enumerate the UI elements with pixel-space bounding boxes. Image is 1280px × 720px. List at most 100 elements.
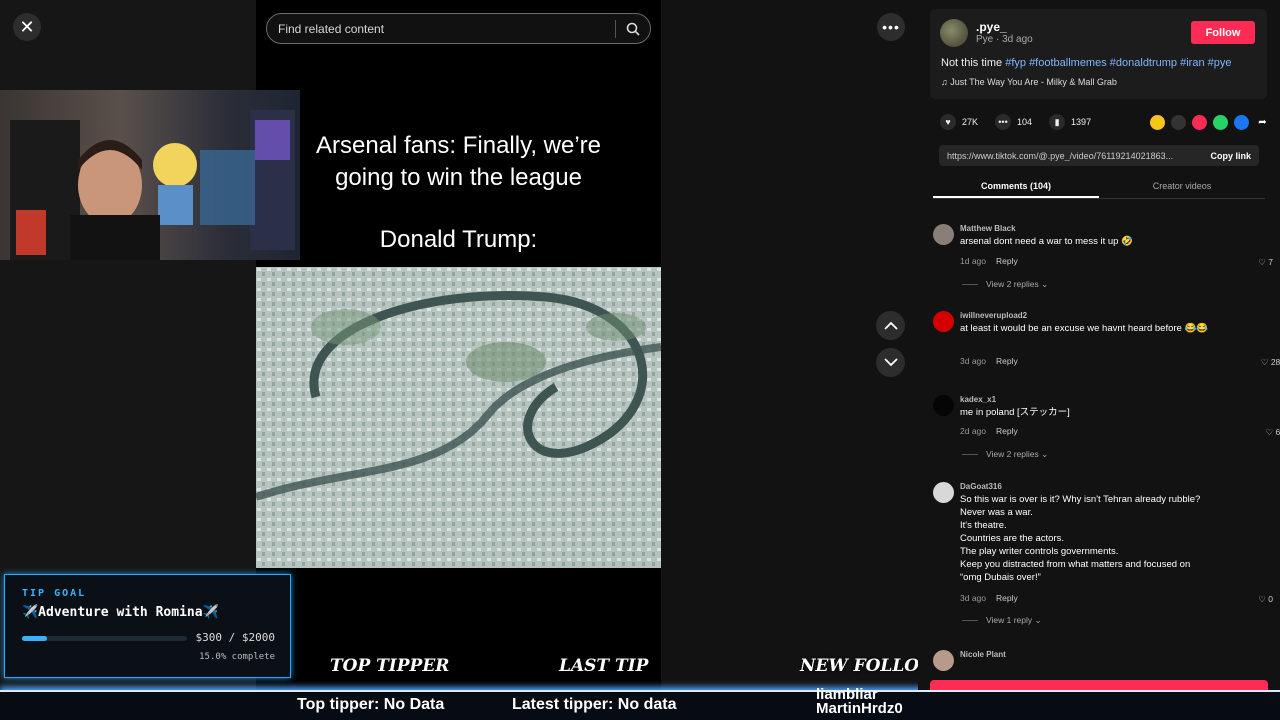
tip-goal-amount: $300 / $2000 (195, 631, 275, 644)
latest-tipper-text: Latest tipper: No data (512, 696, 677, 713)
view-replies-label: View 1 reply (986, 615, 1033, 625)
heart-icon: ♡ (1260, 357, 1271, 367)
tip-goal-percent: 15.0% complete (199, 652, 275, 662)
top-tipper-text: Top tipper: No Data (297, 696, 445, 713)
comment-item: DaGoat316 So this war is over is it? Why… (933, 482, 1273, 632)
music-title: Just The Way You Are - Milky & Mall Grab (950, 77, 1117, 87)
post-meta: Pye · 3d ago (976, 34, 1033, 45)
comment-item: Matthew Black arsenal dont need a war to… (933, 224, 1273, 294)
comment-line: It's theatre. (960, 520, 1007, 531)
video-caption-2: Donald Trump: (379, 226, 538, 253)
view-replies-button[interactable]: View 1 reply ⌄ (962, 615, 1042, 626)
search-input[interactable]: Find related content (267, 22, 615, 36)
comment-line: Never was a war. (960, 507, 1033, 518)
comment-time: 2d ago (960, 426, 986, 436)
post-description: Not this time #fyp #footballmemes #donal… (941, 57, 1232, 69)
comment-time: 1d ago (960, 256, 986, 266)
comment-like-count: 282 (1270, 357, 1280, 367)
comment-username[interactable]: Nicole Plant (960, 650, 1006, 659)
more-options-button[interactable]: ••• (877, 13, 905, 41)
side-panel: .pye_ Pye · 3d ago Follow Not this time … (918, 0, 1280, 690)
facebook-icon[interactable] (1234, 114, 1249, 130)
friends-share-icon[interactable] (1150, 114, 1165, 130)
link-box: https://www.tiktok.com/@.pye_/video/7611… (939, 145, 1259, 166)
video-map-frame (256, 267, 661, 568)
comment-text: me in poland [ステッカー] (960, 407, 1070, 418)
last-tip-label: LAST TIP (559, 656, 649, 676)
comment-username[interactable]: iwillneverupload2 (960, 311, 1027, 320)
avatar[interactable] (933, 311, 954, 332)
send-icon[interactable] (1192, 114, 1207, 130)
search-icon (626, 22, 640, 36)
right-background (661, 0, 918, 690)
tab-creator-videos[interactable]: Creator videos (1099, 177, 1265, 198)
more-icon: ••• (882, 19, 900, 35)
search-button[interactable] (616, 22, 650, 36)
reply-button[interactable]: Reply (996, 593, 1018, 603)
comment-like[interactable]: ♡ 0 (1258, 594, 1273, 605)
post-info: .pye_ Pye · 3d ago Follow Not this time … (930, 9, 1267, 99)
save-count: 1397 (1071, 117, 1092, 127)
comment-meta: 3d ago Reply (960, 356, 1018, 366)
close-icon: ✕ (19, 16, 35, 37)
view-replies-button[interactable]: View 2 replies ⌄ (962, 449, 1048, 460)
heart-icon: ♡ (1258, 594, 1269, 604)
follow-button[interactable]: Follow (1191, 21, 1255, 44)
previous-video-button[interactable] (876, 311, 905, 340)
view-replies-label: View 2 replies (986, 449, 1039, 459)
save-button[interactable]: ▮ 1397 (1049, 114, 1091, 130)
tip-goal-widget: TIP GOAL ✈️Adventure with Romina✈️ $300 … (4, 574, 291, 678)
tab-comments[interactable]: Comments (104) (933, 177, 1099, 198)
close-button[interactable]: ✕ (13, 13, 41, 41)
caption-line: going to win the league (335, 164, 582, 191)
avatar[interactable] (940, 19, 968, 47)
copy-link-button[interactable]: Copy link (1202, 151, 1259, 161)
music-info[interactable]: ♫ Just The Way You Are - Milky & Mall Gr… (941, 77, 1117, 87)
comment-like[interactable]: ♡ 63 (1266, 427, 1280, 438)
heart-icon: ♥ (940, 114, 956, 130)
post-username[interactable]: .pye_ (976, 20, 1007, 34)
comment-like[interactable]: ♡ 282 (1261, 357, 1280, 368)
like-count: 27K (962, 117, 979, 127)
hashtag-link[interactable]: #fyp (1005, 57, 1026, 69)
hashtag-link[interactable]: #footballmemes (1029, 57, 1107, 69)
stream-bottom-bar: Top tipper: No Data Latest tipper: No da… (0, 690, 1280, 720)
caption-line: Arsenal fans: Finally, we’re (316, 132, 601, 159)
avatar[interactable] (933, 224, 954, 245)
post-desc-text: Not this time (941, 57, 1003, 69)
heart-icon: ♡ (1265, 427, 1276, 437)
like-button[interactable]: ♥ 27K (940, 114, 978, 130)
comment-text: at least it would be an excuse we havnt … (960, 323, 1209, 334)
comment-button[interactable]: ••• 104 (995, 114, 1032, 130)
hashtag-link[interactable]: #pye (1208, 57, 1232, 69)
search-bar[interactable]: Find related content (266, 13, 651, 44)
share-icons: ➦ (1144, 114, 1270, 130)
comment-username[interactable]: kadex_x1 (960, 395, 996, 404)
comment-username[interactable]: Matthew Black (960, 224, 1016, 233)
comment-icon: ••• (995, 114, 1012, 130)
whatsapp-icon[interactable] (1213, 114, 1228, 130)
avatar[interactable] (933, 482, 954, 503)
view-replies-button[interactable]: View 2 replies ⌄ (962, 279, 1048, 290)
hashtag-link[interactable]: #donaldtrump (1110, 57, 1177, 69)
comment-line: So this war is over is it? Why isn't Teh… (960, 494, 1201, 505)
bookmark-icon: ▮ (1049, 114, 1066, 130)
embed-icon[interactable] (1171, 114, 1186, 130)
avatar[interactable] (933, 395, 954, 416)
reply-button[interactable]: Reply (996, 256, 1018, 266)
hashtag-link[interactable]: #iran (1180, 57, 1204, 69)
follower-name: MartinHrdz0 (816, 700, 903, 717)
comment-username[interactable]: DaGoat316 (960, 482, 1002, 491)
avatar[interactable] (933, 650, 954, 671)
share-arrow-icon[interactable]: ➦ (1255, 114, 1270, 130)
comment-like[interactable]: ♡ 7 (1258, 257, 1273, 268)
next-video-button[interactable] (876, 348, 905, 377)
comment-meta: 2d ago Reply (960, 426, 1018, 436)
comment-input-edge[interactable] (930, 680, 1268, 690)
video-link[interactable]: https://www.tiktok.com/@.pye_/video/7611… (939, 151, 1202, 161)
comment-like-count: 63 (1275, 427, 1280, 437)
reply-button[interactable]: Reply (996, 426, 1018, 436)
panel-tabs: Comments (104) Creator videos (933, 177, 1265, 199)
tip-goal-title: ✈️Adventure with Romina✈️ (22, 605, 219, 620)
reply-button[interactable]: Reply (996, 356, 1018, 366)
